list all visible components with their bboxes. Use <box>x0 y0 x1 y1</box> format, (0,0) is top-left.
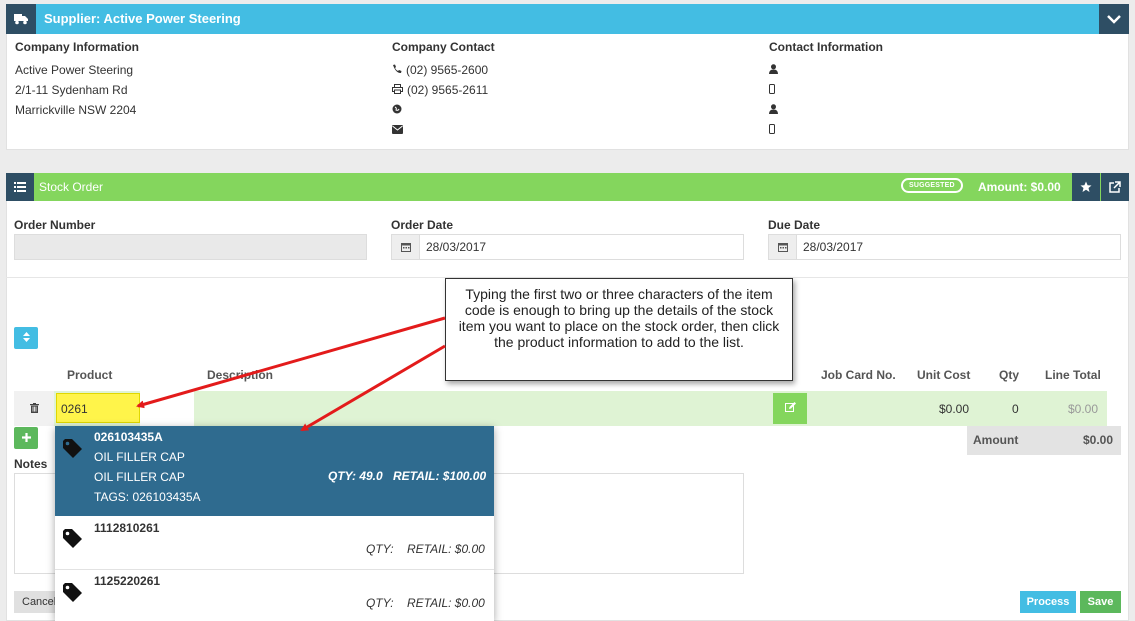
arrow-to-suggestion <box>300 344 446 432</box>
arrow-to-product <box>136 316 446 409</box>
callout-arrows <box>136 316 446 432</box>
